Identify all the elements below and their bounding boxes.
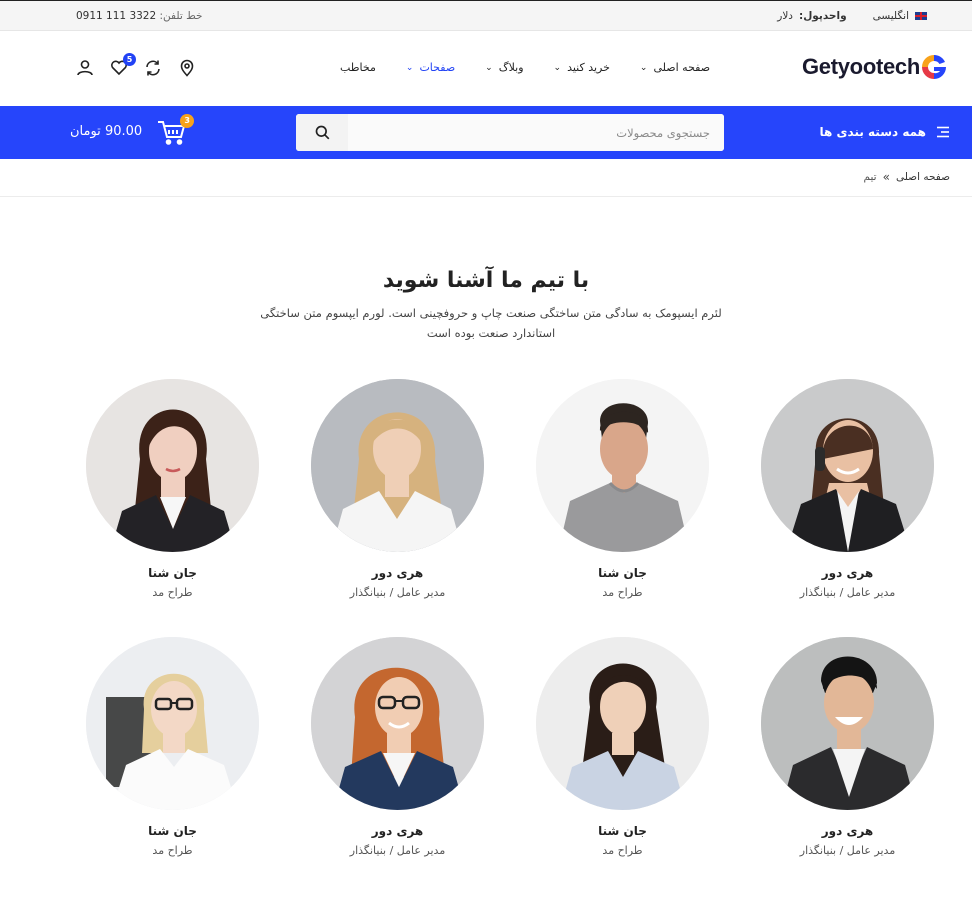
- portrait-illustration: [86, 637, 259, 810]
- smiling-man-suit-portrait: [761, 637, 934, 810]
- nav-item-contact[interactable]: مخاطب: [340, 61, 376, 74]
- member-role: مدیر عامل / بنیانگذار: [799, 586, 896, 599]
- nav-item-blog[interactable]: وبلاگ ⌄: [485, 61, 523, 74]
- portrait-illustration: [311, 637, 484, 810]
- wishlist-count-badge: 5: [123, 53, 136, 66]
- nav-item-pages[interactable]: صفحات ⌄: [406, 61, 455, 74]
- cart-count-badge: 3: [180, 114, 195, 128]
- search-button[interactable]: [296, 114, 348, 151]
- chevron-down-icon: ⌄: [639, 62, 648, 73]
- top-bar-settings: انگلیسی واحدپول: دلار: [777, 10, 927, 22]
- member-name: جان شنا: [148, 824, 197, 838]
- man-gray-shirt-portrait: [536, 379, 709, 552]
- mini-cart[interactable]: 90.00 تومان 3: [70, 114, 195, 146]
- chevron-down-icon: ⌄: [405, 62, 414, 73]
- portrait-illustration: [536, 379, 709, 552]
- compare-button[interactable]: [144, 59, 164, 79]
- logo-mark-icon: [922, 54, 946, 79]
- menu-lines-icon: [937, 126, 949, 138]
- uk-flag-icon: [915, 12, 927, 20]
- page-title: با تیم ما آشنا شوید: [382, 268, 590, 293]
- member-name: جان شنا: [598, 824, 647, 838]
- nav-item-shop[interactable]: خرید کنید ⌄: [554, 61, 610, 74]
- category-search-bar: همه دسته بندی ها 90.00 تومان 3: [0, 106, 972, 159]
- member-role: مدیر عامل / بنیانگذار: [799, 844, 896, 857]
- nav-item-home[interactable]: صفحه اصلی ⌄: [640, 61, 710, 74]
- all-categories-button[interactable]: همه دسته بندی ها: [820, 125, 950, 139]
- blonde-woman-portrait: [311, 379, 484, 552]
- phone-number: 0911 111 3322: [76, 10, 157, 22]
- nav-label: مخاطب: [340, 61, 376, 74]
- header-divider: [0, 196, 972, 197]
- blonde-woman-glasses-portrait: [86, 637, 259, 810]
- main-nav: صفحه اصلی ⌄ خرید کنید ⌄ وبلاگ ⌄ صفحات ⌄ …: [340, 61, 710, 74]
- wishlist-button[interactable]: 5: [110, 53, 136, 79]
- top-bar: انگلیسی واحدپول: دلار خط تلفن: 0911 111 …: [0, 0, 972, 31]
- woman-phone-portrait: [761, 379, 934, 552]
- member-role: طراح مد: [602, 844, 643, 857]
- member-name: هری دور: [821, 566, 874, 580]
- brunette-woman-portrait: [86, 379, 259, 552]
- member-role: طراح مد: [152, 586, 193, 599]
- team-member-card[interactable]: جان شنا طراح مد: [60, 637, 285, 857]
- currency-label: واحدپول:: [799, 10, 847, 22]
- store-locator-button[interactable]: [178, 59, 198, 79]
- member-name: جان شنا: [148, 566, 197, 580]
- team-member-card[interactable]: هری دور مدیر عامل / بنیانگذار: [285, 637, 510, 857]
- asian-woman-portrait: [536, 637, 709, 810]
- site-logo[interactable]: Getyootech: [798, 53, 948, 81]
- team-member-card[interactable]: جان شنا طراح مد: [60, 379, 285, 599]
- team-member-card[interactable]: جان شنا طراح مد: [510, 379, 735, 599]
- portrait-illustration: [86, 379, 259, 552]
- user-icon: [77, 60, 93, 76]
- team-member-card[interactable]: هری دور مدیر عامل / بنیانگذار: [735, 637, 960, 857]
- double-chevron-left-icon: »: [882, 170, 890, 184]
- main-header: Getyootech صفحه اصلی ⌄ خرید کنید ⌄ وبلاگ…: [0, 31, 972, 106]
- account-button[interactable]: [76, 59, 96, 79]
- breadcrumb-home-link[interactable]: صفحه اصلی: [896, 171, 950, 183]
- member-role: طراح مد: [602, 586, 643, 599]
- nav-label: خرید کنید: [567, 61, 610, 74]
- breadcrumb: صفحه اصلی » تیم: [864, 170, 950, 184]
- portrait-illustration: [761, 379, 934, 552]
- member-role: مدیر عامل / بنیانگذار: [349, 844, 446, 857]
- chevron-down-icon: ⌄: [485, 62, 493, 73]
- search-icon: [315, 125, 329, 140]
- phone-label: خط تلفن:: [159, 10, 203, 22]
- nav-label: صفحات: [419, 61, 456, 74]
- header-icons: 5: [76, 53, 198, 79]
- categories-label: همه دسته بندی ها: [819, 125, 926, 139]
- logo-text: Getyootech: [801, 54, 920, 79]
- nav-label: صفحه اصلی: [653, 61, 711, 74]
- cart-icon-wrap: 3: [156, 114, 195, 146]
- member-name: جان شنا: [598, 566, 647, 580]
- section-description: لئرم ایسپومک به سادگی متن ساختگی صنعت چا…: [260, 306, 722, 340]
- member-name: هری دور: [371, 566, 424, 580]
- nav-label: وبلاگ: [498, 61, 524, 74]
- breadcrumb-current: تیم: [863, 171, 877, 183]
- portrait-illustration: [761, 637, 934, 810]
- team-member-card[interactable]: جان شنا طراح مد: [510, 637, 735, 857]
- chevron-down-icon: ⌄: [553, 62, 562, 73]
- member-name: هری دور: [371, 824, 424, 838]
- member-role: مدیر عامل / بنیانگذار: [349, 586, 446, 599]
- search-input[interactable]: [348, 114, 724, 151]
- location-pin-icon: [180, 59, 194, 77]
- top-bar-phone: خط تلفن: 0911 111 3322: [76, 10, 203, 22]
- cart-total: 90.00 تومان: [70, 123, 143, 139]
- portrait-illustration: [311, 379, 484, 552]
- search-box: [296, 114, 724, 151]
- team-member-card[interactable]: هری دور مدیر عامل / بنیانگذار: [735, 379, 960, 599]
- team-member-card[interactable]: هری دور مدیر عامل / بنیانگذار: [285, 379, 510, 599]
- member-name: هری دور: [821, 824, 874, 838]
- redhead-woman-glasses-portrait: [311, 637, 484, 810]
- member-role: طراح مد: [152, 844, 193, 857]
- currency-selector[interactable]: دلار: [777, 10, 793, 22]
- portrait-illustration: [536, 637, 709, 810]
- refresh-icon: [146, 60, 160, 76]
- language-selector[interactable]: انگلیسی: [873, 10, 909, 22]
